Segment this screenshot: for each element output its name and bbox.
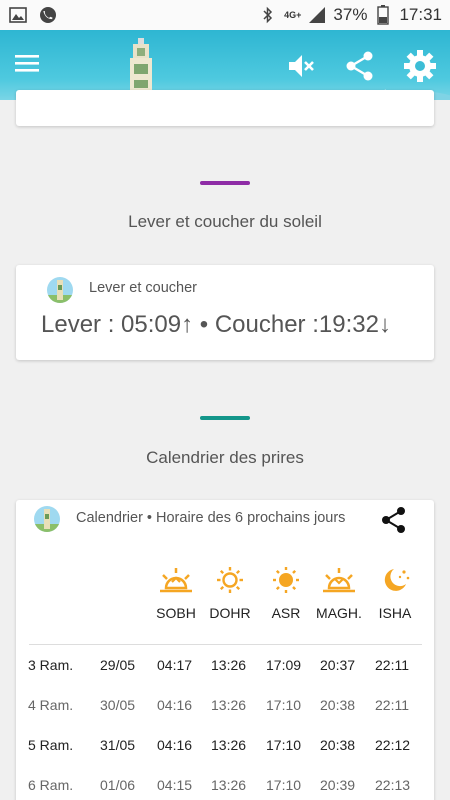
share-icon [382,507,405,533]
share-button[interactable] [342,48,378,84]
image-notification-icon [8,5,28,25]
prayer-header-isha: ISHA [365,566,425,621]
maghrib-time: 20:39 [320,777,356,793]
share-icon [346,51,373,81]
phone-call-icon [38,5,58,25]
network-type: 4G+ [284,10,302,20]
table-row: 5 Ram. 31/05 04:16 13:26 17:10 20:38 22:… [16,725,434,765]
sun-card-label: Lever et coucher [89,280,198,296]
sun-outline-icon [217,567,243,593]
hijri-date: 6 Ram. [28,777,74,793]
calendar-card-label: Calendrier • Horaire des 6 prochains jou… [76,510,346,526]
status-bar: 4G+ 37% 17:31 [0,0,450,30]
moon-stars-icon [384,569,410,591]
isha-time: 22:13 [375,777,411,793]
prayer-name: ASR [271,605,301,621]
battery-icon [373,5,393,25]
sunrise-sunset-text: Lever : 05:09↑ • Coucher :19:32↓ [41,311,391,338]
maghrib-time: 20:38 [320,697,356,713]
sobh-time: 04:16 [157,697,193,713]
prayer-name: DOHR [209,605,251,621]
battery-percent: 37% [333,5,368,24]
bluetooth-icon [258,5,278,25]
section-divider-purple [200,181,250,185]
previous-card [16,90,434,126]
hamburger-icon [15,55,39,72]
maghrib-time: 20:37 [320,657,356,673]
isha-time: 22:12 [375,737,411,753]
gregorian-date: 31/05 [100,737,136,753]
section-divider-teal [200,416,250,420]
sunrise-icon [160,568,192,593]
gear-icon [404,50,436,82]
calendar-section-title: Calendrier des prires [146,448,304,467]
prayer-header-sobh: SOBH [146,566,206,621]
table-row: 3 Ram. 29/05 04:17 13:26 17:09 20:37 22:… [16,645,434,685]
gregorian-date: 30/05 [100,697,136,713]
isha-time: 22:11 [375,657,409,673]
dohr-time: 13:26 [211,777,247,793]
prayer-name: ISHA [378,605,412,621]
speaker-muted-icon [289,55,314,77]
sunset-icon [323,568,355,593]
isha-time: 22:11 [375,697,409,713]
prayer-header-dohr: DOHR [200,566,260,621]
hijri-date: 4 Ram. [28,697,74,713]
sobh-time: 04:17 [157,657,193,673]
mute-button[interactable] [282,48,318,84]
prayer-name: MAGH. [316,605,362,621]
sun-section-title: Lever et coucher du soleil [128,212,322,231]
gregorian-date: 29/05 [100,657,136,673]
sun-filled-icon [273,567,299,593]
asr-time: 17:10 [266,737,302,753]
dohr-time: 13:26 [211,657,247,673]
menu-button[interactable] [15,52,45,78]
sobh-time: 04:16 [157,737,193,753]
minaret-avatar-icon [47,277,73,303]
asr-time: 17:10 [266,777,302,793]
settings-button[interactable] [402,48,438,84]
sobh-time: 04:15 [157,777,193,793]
asr-time: 17:09 [266,657,302,673]
calendar-share-button[interactable] [380,506,408,534]
signal-icon [307,5,327,25]
prayer-header-asr: ASR [256,566,316,621]
hijri-date: 5 Ram. [28,737,74,753]
maghrib-time: 20:38 [320,737,356,753]
asr-time: 17:10 [266,697,302,713]
calendar-card: Calendrier • Horaire des 6 prochains jou… [16,500,434,800]
table-row: 4 Ram. 30/05 04:16 13:26 17:10 20:38 22:… [16,685,434,725]
clock: 17:31 [399,5,442,24]
prayer-header-maghrib: MAGH. [309,566,369,621]
minaret-avatar-icon [34,506,60,532]
sun-card[interactable]: Lever et coucher Lever : 05:09↑ • Couche… [16,265,434,360]
table-row: 6 Ram. 01/06 04:15 13:26 17:10 20:39 22:… [16,765,434,800]
hijri-date: 3 Ram. [28,657,74,673]
dohr-time: 13:26 [211,697,247,713]
gregorian-date: 01/06 [100,777,136,793]
dohr-time: 13:26 [211,737,247,753]
prayer-name: SOBH [156,605,196,621]
